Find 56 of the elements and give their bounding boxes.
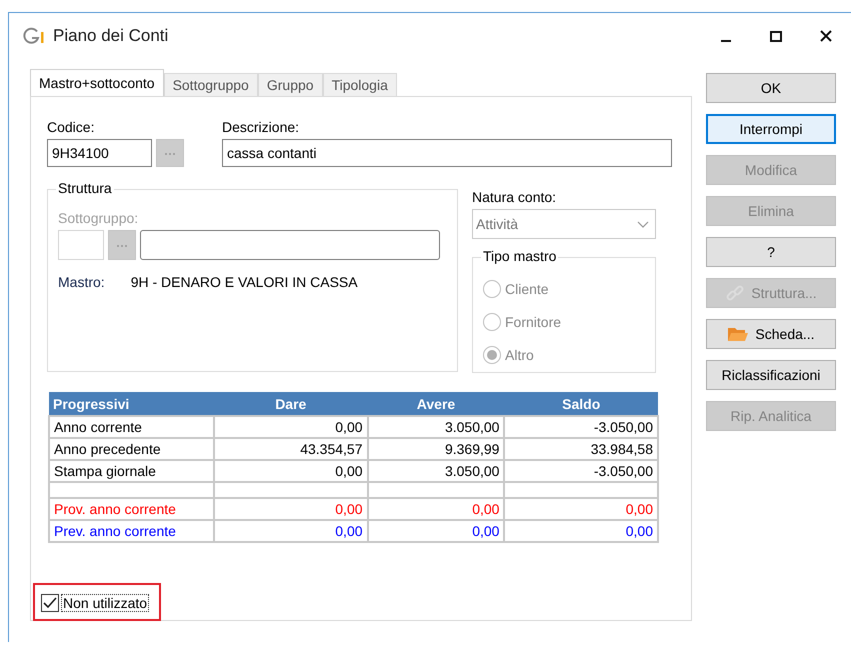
field-label: Natura conto: xyxy=(472,189,558,205)
tab[interactable]: Sottogruppo xyxy=(164,73,258,97)
chevron-down-icon xyxy=(637,220,649,228)
tab[interactable]: Gruppo xyxy=(258,73,323,97)
column-header: Avere xyxy=(368,392,504,416)
table-cell: 0,00 xyxy=(214,460,368,482)
close-icon xyxy=(820,30,832,42)
ellipsis-icon xyxy=(164,152,176,156)
table-cell: 33.984,58 xyxy=(504,438,658,460)
mastro-label: Mastro: xyxy=(58,274,105,290)
table-cell: 0,00 xyxy=(504,520,658,542)
tab[interactable]: Tipologia xyxy=(322,73,397,97)
table-cell: 3.050,00 xyxy=(368,460,504,482)
maximize-icon xyxy=(770,30,782,42)
code-field[interactable] xyxy=(58,230,104,260)
table-cell: Stampa giornale xyxy=(49,460,214,482)
mastro-value: 9H - DENARO E VALORI IN CASSA xyxy=(130,274,358,290)
column-header: Dare xyxy=(214,392,368,416)
table-cell: 0,00 xyxy=(504,498,658,520)
table-cell: 0,00 xyxy=(368,520,504,542)
table-cell: Prev. anno corrente xyxy=(49,520,214,542)
column-header: Saldo xyxy=(504,392,658,416)
folder-icon xyxy=(727,325,750,343)
table-cell: Anno corrente xyxy=(49,416,214,438)
field-label: Descrizione: xyxy=(222,119,300,135)
table-cell: 0,00 xyxy=(368,498,504,520)
table-cell: 3.050,00 xyxy=(368,416,504,438)
action-button[interactable]: Interrompi xyxy=(706,114,836,144)
checkbox[interactable] xyxy=(41,594,59,612)
tab[interactable]: Mastro+sottoconto xyxy=(30,69,164,97)
minimize-icon xyxy=(721,40,731,42)
column-header: Progressivi xyxy=(49,392,214,416)
table-cell: 0,00 xyxy=(214,520,368,542)
ellipsis-icon xyxy=(116,244,128,248)
table-cell: 9.369,99 xyxy=(368,438,504,460)
table-cell: -3.050,00 xyxy=(504,416,658,438)
table-cell: 0,00 xyxy=(214,416,368,438)
text-field[interactable] xyxy=(140,230,440,260)
app-logo-icon xyxy=(23,27,45,45)
table-cell: 0,00 xyxy=(214,498,368,520)
field-label: Sottogruppo: xyxy=(58,210,140,226)
action-button[interactable]: Riclassificazioni xyxy=(706,360,836,390)
table-cell: -3.050,00 xyxy=(504,460,658,482)
table-cell: Prov. anno corrente xyxy=(49,498,214,520)
description-field[interactable]: cassa contanti xyxy=(222,139,672,167)
group-title: Struttura xyxy=(56,180,114,196)
table-cell: 43.354,57 xyxy=(214,438,368,460)
code-field[interactable]: 9H34100 xyxy=(47,139,152,167)
checkbox-label[interactable]: Non utilizzato xyxy=(61,594,150,612)
field-label: Codice: xyxy=(47,119,96,135)
action-button[interactable]: ? xyxy=(706,237,836,267)
window-title: Piano dei Conti xyxy=(53,26,168,46)
group-title: Tipo mastro xyxy=(481,248,558,264)
action-button[interactable]: Scheda... xyxy=(706,319,836,349)
action-button[interactable]: OK xyxy=(706,73,836,103)
table-cell: Anno precedente xyxy=(49,438,214,460)
